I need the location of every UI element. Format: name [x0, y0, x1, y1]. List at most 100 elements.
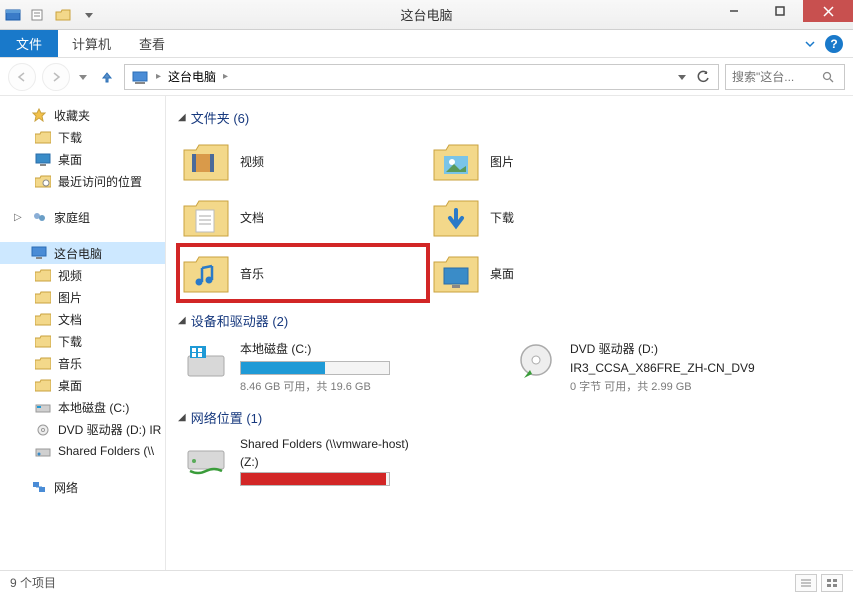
dvd-icon	[34, 421, 52, 437]
drive-icon	[34, 399, 52, 415]
storage-bar	[240, 361, 390, 375]
computer-icon	[30, 245, 48, 261]
recent-icon	[34, 173, 52, 189]
folder-item-document[interactable]: 文档	[178, 189, 428, 245]
sidebar-item-sharedfolders[interactable]: Shared Folders (\\	[0, 440, 165, 462]
desktop-icon	[34, 151, 52, 167]
device-subtext: 0 字节 可用，共 2.99 GB	[570, 378, 824, 394]
section-folders-header[interactable]: ◢文件夹 (6)	[178, 108, 841, 127]
star-icon	[30, 107, 48, 123]
folders-grid: 视频 图片文档 下载音乐 桌面	[178, 133, 841, 301]
help-icon[interactable]: ?	[825, 35, 843, 53]
homegroup-icon	[30, 209, 48, 225]
folder-label: 下载	[490, 209, 514, 226]
navigation-pane: 收藏夹 下载 桌面 最近访问的位置 ▷ 家庭组 这台电脑 视频 图片 文档 下载…	[0, 96, 166, 570]
nav-up-button[interactable]	[96, 66, 118, 88]
sidebar-item-downloads2[interactable]: 下载	[0, 330, 165, 352]
search-box[interactable]	[725, 64, 845, 90]
qat-dropdown-icon[interactable]	[78, 4, 100, 26]
folder-item-video[interactable]: 视频	[178, 133, 428, 189]
titlebar: 这台电脑	[0, 0, 853, 30]
address-segment-thispc[interactable]: 这台电脑 ▸	[166, 65, 233, 89]
sidebar-item-recent[interactable]: 最近访问的位置	[0, 170, 165, 192]
status-text: 9 个项目	[10, 574, 56, 591]
folder-icon	[34, 333, 52, 349]
window-title: 这台电脑	[400, 5, 452, 24]
folder-item-music[interactable]: 音乐	[178, 245, 428, 301]
sidebar-thispc[interactable]: 这台电脑	[0, 242, 165, 264]
folder-icon	[34, 311, 52, 327]
sidebar-item-desktop[interactable]: 桌面	[0, 148, 165, 170]
qat-properties-icon[interactable]	[26, 4, 48, 26]
address-root-icon[interactable]: ▸	[129, 65, 166, 89]
ribbon: 文件 计算机 查看 ?	[0, 30, 853, 58]
folder-desktop-icon	[430, 249, 482, 297]
ribbon-tab-computer[interactable]: 计算机	[58, 30, 125, 57]
ribbon-file-tab[interactable]: 文件	[0, 30, 58, 57]
network-drive-icon	[34, 443, 52, 459]
device-drive-c[interactable]: 本地磁盘 (C:) 8.46 GB 可用，共 19.6 GB	[178, 336, 498, 398]
folder-item-download[interactable]: 下载	[428, 189, 678, 245]
view-thumbnails-button[interactable]	[821, 574, 843, 592]
folder-label: 音乐	[240, 265, 264, 282]
sidebar-item-music[interactable]: 音乐	[0, 352, 165, 374]
sidebar-item-dvd[interactable]: DVD 驱动器 (D:) IR	[0, 418, 165, 440]
refresh-button[interactable]	[692, 66, 714, 88]
view-details-button[interactable]	[795, 574, 817, 592]
storage-bar	[240, 472, 390, 486]
device-name: 本地磁盘 (C:)	[240, 340, 494, 357]
nav-back-button[interactable]	[8, 63, 36, 91]
device-dvd[interactable]: DVD 驱动器 (D:) IR3_CCSA_X86FRE_ZH-CN_DV9 0…	[508, 336, 828, 398]
sidebar-homegroup[interactable]: ▷ 家庭组	[0, 206, 165, 228]
network-location-line2: (Z:)	[240, 455, 494, 469]
folder-label: 图片	[490, 153, 514, 170]
content-pane: ◢文件夹 (6) 视频 图片文档 下载音乐 桌面 ◢设备和驱动器 (2) 本地磁盘 (…	[166, 96, 853, 570]
folder-label: 视频	[240, 153, 264, 170]
folder-music-icon	[180, 249, 232, 297]
qat-newfolder-icon[interactable]	[52, 4, 74, 26]
sidebar-item-desktop2[interactable]: 桌面	[0, 374, 165, 396]
folder-icon	[34, 129, 52, 145]
statusbar: 9 个项目	[0, 570, 853, 594]
devices-row: 本地磁盘 (C:) 8.46 GB 可用，共 19.6 GB DVD 驱动器 (…	[178, 336, 841, 398]
folder-label: 桌面	[490, 265, 514, 282]
ribbon-tab-view[interactable]: 查看	[125, 30, 179, 57]
search-icon[interactable]	[822, 71, 834, 83]
titlebar-qat	[0, 4, 100, 26]
folder-label: 文档	[240, 209, 264, 226]
sidebar-item-documents[interactable]: 文档	[0, 308, 165, 330]
network-location[interactable]: Shared Folders (\\vmware-host) (Z:)	[178, 433, 498, 493]
network-icon	[30, 479, 48, 495]
window-controls	[711, 0, 853, 29]
search-input[interactable]	[732, 70, 822, 84]
nav-forward-button[interactable]	[42, 63, 70, 91]
folder-video-icon	[180, 137, 232, 185]
folder-icon	[34, 355, 52, 371]
maximize-button[interactable]	[757, 0, 803, 22]
close-button[interactable]	[803, 0, 853, 22]
ribbon-expand-icon[interactable]	[805, 39, 815, 49]
folder-item-desktop[interactable]: 桌面	[428, 245, 678, 301]
folder-icon	[34, 377, 52, 393]
section-devices-header[interactable]: ◢设备和驱动器 (2)	[178, 311, 841, 330]
sidebar-item-drive-c[interactable]: 本地磁盘 (C:)	[0, 396, 165, 418]
address-dropdown-icon[interactable]	[678, 73, 686, 81]
folder-item-picture[interactable]: 图片	[428, 133, 678, 189]
address-bar[interactable]: ▸ 这台电脑 ▸	[124, 64, 719, 90]
folder-picture-icon	[430, 137, 482, 185]
sidebar-network[interactable]: 网络	[0, 476, 165, 498]
sidebar-item-pictures[interactable]: 图片	[0, 286, 165, 308]
device-subtext: 8.46 GB 可用，共 19.6 GB	[240, 378, 494, 394]
minimize-button[interactable]	[711, 0, 757, 22]
nav-history-dropdown[interactable]	[76, 73, 90, 81]
section-network-header[interactable]: ◢网络位置 (1)	[178, 408, 841, 427]
network-drive-icon	[182, 437, 230, 481]
dvd-drive-icon	[512, 340, 560, 384]
sidebar-item-downloads[interactable]: 下载	[0, 126, 165, 148]
sidebar-item-videos[interactable]: 视频	[0, 264, 165, 286]
sidebar-favorites[interactable]: 收藏夹	[0, 104, 165, 126]
address-toolbar: ▸ 这台电脑 ▸	[0, 58, 853, 96]
folder-download-icon	[430, 193, 482, 241]
system-menu-icon[interactable]	[4, 6, 22, 24]
network-location-name: Shared Folders (\\vmware-host)	[240, 437, 494, 451]
